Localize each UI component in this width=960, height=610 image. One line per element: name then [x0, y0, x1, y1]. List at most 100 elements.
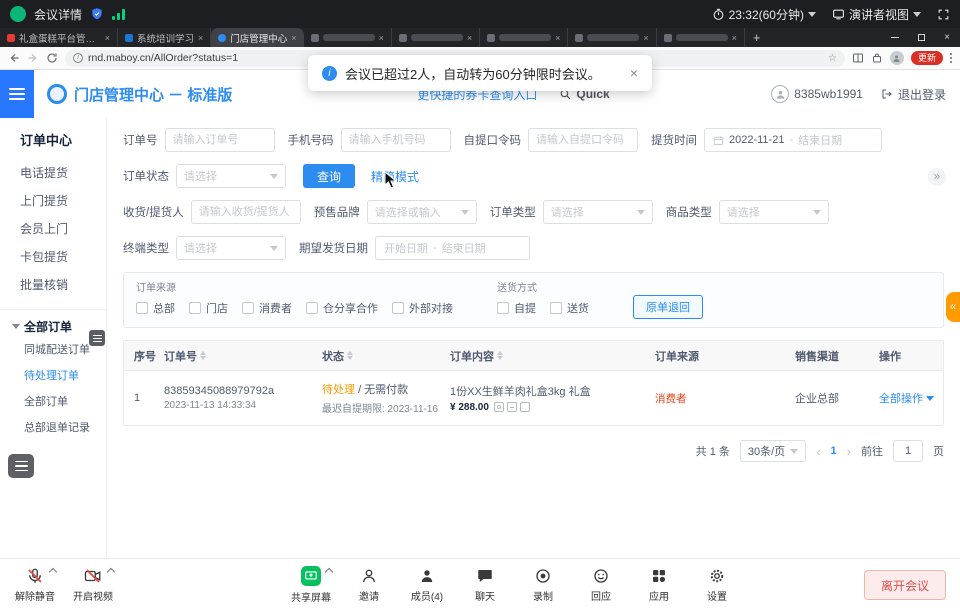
sidebar-item-hq-refund-log[interactable]: 总部退单记录	[0, 415, 106, 441]
share-screen-button[interactable]: 共享屏幕	[282, 559, 340, 610]
new-tab-button[interactable]: +	[745, 28, 769, 47]
menu-toggle-button[interactable]	[0, 70, 34, 118]
bookmark-star-icon[interactable]: ☆	[828, 53, 837, 64]
sidebar-item-phone-pickup[interactable]: 电话提货	[0, 159, 106, 187]
prev-page-button[interactable]: ‹	[816, 444, 820, 459]
back-button[interactable]	[8, 52, 20, 64]
checkbox-hq[interactable]: 总部	[136, 300, 175, 316]
chevron-up-icon[interactable]	[49, 568, 57, 576]
user-menu[interactable]: 8385wb1991	[771, 85, 863, 103]
members-button[interactable]: 成员(4)	[398, 559, 456, 610]
tab-close-icon[interactable]: ×	[198, 33, 203, 43]
col-content[interactable]: 订单内容	[450, 348, 655, 364]
panel-collapse-icon[interactable]: »	[928, 168, 946, 186]
next-page-button[interactable]: ›	[847, 444, 851, 459]
browser-tab[interactable]: ×	[392, 28, 480, 47]
remark-icon[interactable]	[494, 402, 504, 412]
sidebar-item-door-pickup[interactable]: 上门提货	[0, 187, 106, 215]
tab-close-icon[interactable]: ×	[643, 33, 648, 43]
browser-update-button[interactable]: 更新	[911, 51, 943, 65]
chat-button[interactable]: 聊天	[456, 559, 514, 610]
tab-close-icon[interactable]: ×	[555, 33, 560, 43]
goods-type-select[interactable]: 请选择	[719, 200, 829, 224]
checkbox-self-pickup[interactable]: 自提	[497, 300, 536, 316]
current-page[interactable]: 1	[831, 445, 837, 457]
sidebar-item-card-pickup[interactable]: 卡包提货	[0, 243, 106, 271]
browser-profile-avatar[interactable]	[890, 51, 904, 65]
tab-close-icon[interactable]: ×	[467, 33, 472, 43]
window-maximize-button[interactable]	[908, 28, 934, 47]
window-close-button[interactable]: ×	[934, 28, 960, 47]
checkbox-store[interactable]: 门店	[189, 300, 228, 316]
col-status[interactable]: 状态	[322, 348, 450, 364]
goto-page-input[interactable]	[893, 440, 923, 462]
sidebar-item-pending-orders[interactable]: 待处理订单	[0, 363, 106, 389]
settings-button[interactable]: 设置	[688, 559, 746, 610]
site-info-icon[interactable]: i	[73, 53, 83, 63]
phone-input[interactable]	[341, 128, 451, 152]
split-screen-icon[interactable]	[852, 52, 864, 64]
start-video-button[interactable]: 开启视频	[64, 559, 122, 610]
browser-tab[interactable]: ×	[568, 28, 656, 47]
terminal-select[interactable]: 请选择	[176, 236, 286, 260]
floating-menu-button[interactable]	[8, 454, 34, 478]
expect-date-range-picker[interactable]: 开始日期 - 结束日期	[375, 236, 530, 260]
forward-button[interactable]	[27, 52, 39, 64]
receiver-input[interactable]	[191, 200, 301, 224]
tab-close-icon[interactable]: ×	[105, 33, 110, 43]
browser-menu-icon[interactable]	[950, 53, 952, 63]
fullscreen-button[interactable]	[937, 8, 950, 21]
sidebar-item-batch-verify[interactable]: 批量核销	[0, 271, 106, 299]
page-size-select[interactable]: 30条/页	[740, 440, 806, 462]
toast-close-icon[interactable]: ×	[630, 65, 638, 81]
browser-tab-active[interactable]: 门店管理中心 ×	[211, 28, 303, 47]
sidebar-item-all-orders[interactable]: 全部订单	[0, 389, 106, 415]
coupon-icon[interactable]	[507, 402, 517, 412]
favicon-icon	[487, 34, 495, 42]
browser-tab[interactable]: ×	[304, 28, 392, 47]
extension-icon[interactable]	[871, 52, 883, 64]
reaction-button[interactable]: 回应	[572, 559, 630, 610]
col-order-no[interactable]: 订单号	[164, 348, 322, 364]
view-mode-dropdown[interactable]: 演讲者视图	[832, 6, 921, 23]
checkbox-consumer[interactable]: 消费者	[242, 300, 292, 316]
chevron-up-icon[interactable]	[107, 568, 115, 576]
browser-tab[interactable]: 系统培训学习 ×	[118, 28, 211, 47]
chevron-up-icon[interactable]	[325, 568, 333, 576]
logout-button[interactable]: 退出登录	[881, 86, 946, 103]
checkbox-external[interactable]: 外部对接	[392, 300, 453, 316]
simple-mode-link[interactable]: 精简模式	[371, 168, 419, 185]
tab-close-icon[interactable]: ×	[732, 33, 737, 43]
checkbox-warehouse-coop[interactable]: 仓分享合作	[306, 300, 378, 316]
meeting-timer-dropdown[interactable]: 23:32(60分钟)	[712, 6, 816, 23]
refresh-button[interactable]	[46, 52, 58, 64]
brand-select[interactable]: 请选择或输入	[367, 200, 477, 224]
mobile-icon[interactable]	[520, 402, 530, 412]
tab-close-icon[interactable]: ×	[379, 33, 384, 43]
window-minimize-button[interactable]	[882, 28, 908, 47]
order-no-input[interactable]	[165, 128, 275, 152]
unmute-button[interactable]: 解除静音	[6, 559, 64, 610]
query-button[interactable]: 查询	[303, 164, 355, 188]
checkbox-delivery[interactable]: 送货	[550, 300, 589, 316]
record-button[interactable]: 录制	[514, 559, 572, 610]
pick-time-range-picker[interactable]: 2022-11-21 - 结束日期	[704, 128, 882, 152]
leave-meeting-button[interactable]: 离开会议	[864, 570, 946, 600]
sidebar-item-member-visit[interactable]: 会员上门	[0, 215, 106, 243]
side-panel-expand-tab[interactable]: «	[946, 292, 960, 322]
apps-button[interactable]: 应用	[630, 559, 688, 610]
original-return-button[interactable]: 原单退回	[633, 295, 703, 319]
browser-tab[interactable]: 礼盒蛋糕平台管理中心 ×	[0, 28, 118, 47]
all-actions-dropdown[interactable]: 全部操作	[879, 390, 943, 406]
status-select[interactable]: 请选择	[176, 164, 286, 188]
browser-tab[interactable]: ×	[657, 28, 745, 47]
meeting-details-button[interactable]: 会议详情	[34, 6, 82, 23]
order-type-select[interactable]: 请选择	[543, 200, 653, 224]
invite-button[interactable]: 邀请	[340, 559, 398, 610]
pick-code-input[interactable]	[528, 128, 638, 152]
security-shield-icon[interactable]	[90, 7, 104, 21]
browser-tab[interactable]: ×	[480, 28, 568, 47]
tab-close-icon[interactable]: ×	[291, 33, 296, 43]
sidebar-collapse-handle[interactable]	[89, 330, 105, 346]
terminal-label: 终端类型	[123, 240, 169, 256]
